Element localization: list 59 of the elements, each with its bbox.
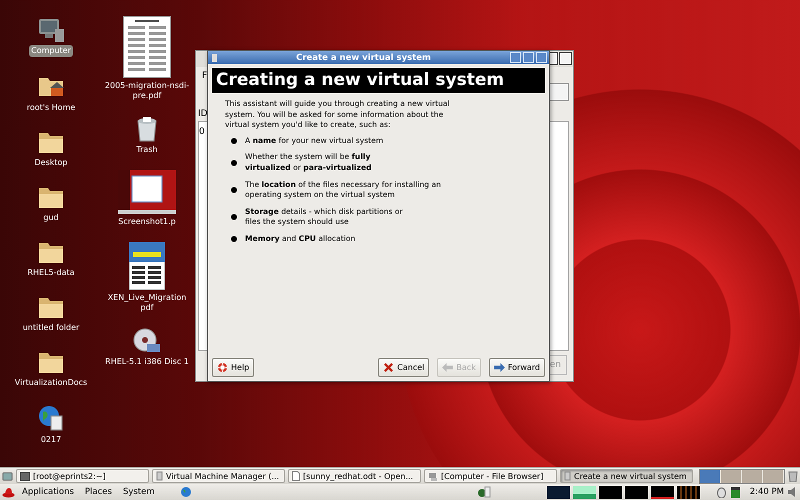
taskbar-button[interactable]: [root@eprints2:~] bbox=[16, 469, 149, 483]
bullet-icon bbox=[231, 236, 237, 242]
cd-icon bbox=[133, 328, 161, 354]
page-heading: Creating a new virtual system bbox=[212, 68, 545, 93]
column-header[interactable]: ID bbox=[198, 109, 208, 119]
bullet-icon bbox=[231, 214, 237, 220]
taskbar-button[interactable]: Virtual Machine Manager (... bbox=[152, 469, 285, 483]
globe-icon[interactable] bbox=[180, 486, 192, 498]
taskbar-button[interactable]: [Computer - File Browser] bbox=[424, 469, 557, 483]
desktop-icon-label[interactable]: 2005-migration-nsdi- pre.pdf bbox=[102, 80, 192, 102]
window-icon bbox=[156, 471, 163, 481]
trash-icon[interactable] bbox=[788, 470, 798, 482]
right-arrow-icon bbox=[494, 363, 505, 372]
taskbar-button[interactable]: [sunny_redhat.odt - Open... bbox=[288, 469, 421, 483]
help-button[interactable]: Help bbox=[212, 358, 254, 377]
table-cell: 0 bbox=[199, 127, 205, 137]
computer-icon bbox=[428, 472, 438, 480]
window-icon bbox=[564, 471, 571, 481]
desktop-icon-label[interactable]: XEN_Live_Migration pdf bbox=[106, 292, 188, 314]
desktop-icon-label[interactable]: 0217 bbox=[38, 434, 64, 446]
desktop-icon-label[interactable]: RHEL-5.1 i386 Disc 1 bbox=[103, 356, 191, 368]
forward-button[interactable]: Forward bbox=[488, 358, 545, 377]
bullet-icon bbox=[231, 138, 237, 144]
taskbar-button[interactable]: Create a new virtual system bbox=[560, 469, 693, 483]
desktop-icon-label[interactable]: Computer bbox=[29, 45, 73, 57]
workspace[interactable] bbox=[700, 470, 721, 482]
menu-item[interactable]: System bbox=[118, 487, 159, 497]
window-icon bbox=[210, 52, 219, 62]
left-arrow-icon bbox=[442, 363, 454, 372]
clock[interactable]: 2:40 PM bbox=[750, 487, 784, 497]
show-desktop-icon[interactable] bbox=[2, 470, 13, 482]
window-title: Create a new virtual system bbox=[295, 52, 432, 62]
bullet-icon bbox=[231, 187, 237, 194]
system-monitor-drawing[interactable] bbox=[546, 486, 702, 498]
hat-icon[interactable] bbox=[2, 486, 15, 498]
workspace-switcher[interactable] bbox=[699, 468, 785, 484]
desktop-icon-label[interactable]: untitled folder bbox=[20, 322, 82, 334]
cancel-button[interactable]: Cancel bbox=[378, 358, 430, 377]
desktop-icon-label[interactable]: VirtualizationDocs bbox=[12, 377, 90, 389]
document-thumbnail-icon bbox=[122, 16, 171, 78]
workspace[interactable] bbox=[763, 470, 784, 482]
computer-icon bbox=[37, 17, 65, 43]
magazine-thumbnail-icon bbox=[128, 242, 165, 290]
terminal-icon bbox=[20, 472, 30, 480]
speaker-icon[interactable] bbox=[787, 486, 798, 498]
menu-item[interactable]: Places bbox=[80, 487, 116, 497]
desktop-icon-label[interactable]: RHEL5-data bbox=[25, 267, 77, 279]
menu-item[interactable]: Applications bbox=[18, 487, 78, 497]
desktop-icon-label[interactable]: gud bbox=[41, 212, 61, 224]
document-icon bbox=[292, 471, 300, 481]
desktop-icon-label[interactable]: Desktop bbox=[32, 157, 70, 169]
desktop-icon-label[interactable]: Trash bbox=[134, 144, 160, 156]
bullet-icon bbox=[231, 160, 237, 166]
desktop-icon-label[interactable]: root's Home bbox=[24, 102, 78, 114]
trash-icon bbox=[136, 116, 158, 142]
lifebuoy-icon bbox=[217, 362, 228, 373]
globe-document-icon bbox=[37, 404, 65, 432]
screenshot-thumbnail-icon bbox=[118, 170, 176, 214]
desktop-icon-label[interactable]: Screenshot1.p bbox=[116, 216, 178, 228]
